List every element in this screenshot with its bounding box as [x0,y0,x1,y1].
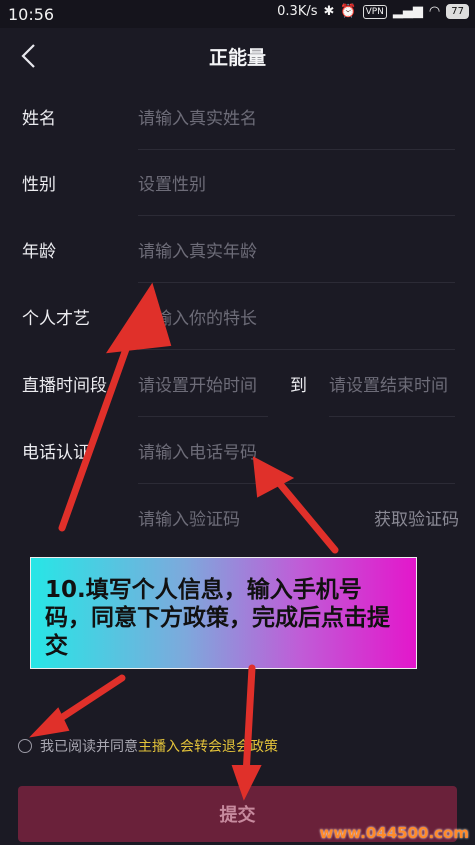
gender-select[interactable]: 设置性别 [138,170,206,195]
code-row: 请输入验证码 获取验证码 [0,485,475,551]
talent-label: 个人才艺 [22,309,90,329]
phone-label: 电话认证 [22,443,90,463]
network-speed: 0.3K/s [277,4,318,19]
divider [138,349,455,350]
phone-input[interactable]: 请输入电话号码 [138,438,257,463]
name-row: 姓名 请输入真实姓名 [0,84,475,150]
start-time-input[interactable]: 请设置开始时间 [138,371,257,396]
battery-icon: 77 [446,4,469,19]
arrow-head [29,707,70,738]
nav-bar: 正能量 [0,28,475,84]
divider [138,416,268,417]
instruction-banner: 10.填写个人信息，输入手机号码，同意下方政策，完成后点击提交 [30,557,417,669]
agree-text: 我已阅读并同意 [40,739,138,755]
status-icons: 0.3K/s ✱ ⏰ VPN ▂▄▆ ◠ 77 [277,4,469,19]
to-label: 到 [290,376,307,396]
agree-radio[interactable] [18,739,32,753]
vpn-icon: VPN [362,4,387,19]
talent-row: 个人才艺 请输入你的特长 [0,284,475,350]
alarm-icon: ⏰ [340,4,357,19]
age-input[interactable]: 请输入真实年龄 [138,237,257,262]
age-row: 年龄 请输入真实年龄 [0,217,475,283]
phone-row: 电话认证 请输入电话号码 [0,418,475,484]
get-code-button[interactable]: 获取验证码 [374,505,459,530]
arrow [51,674,126,726]
arrow [242,664,256,779]
divider [138,215,455,216]
live-time-row: 直播时间段 请设置开始时间 到 请设置结束时间 [0,351,475,417]
gender-label: 性别 [22,175,56,195]
bluetooth-icon: ✱ [323,4,335,19]
signal-icon: ▂▄▆ [392,4,423,19]
instruction-text: 10.填写个人信息，输入手机号码，同意下方政策，完成后点击提交 [45,577,390,659]
age-label: 年龄 [22,242,56,262]
divider [138,483,455,484]
policy-link[interactable]: 主播入会转会退会政策 [138,736,278,756]
name-input[interactable]: 请输入真实姓名 [138,104,257,129]
live-time-label: 直播时间段 [22,376,107,396]
agreement: 我已阅读并同意 主播入会转会退会政策 [18,736,278,756]
wifi-icon: ◠ [428,4,441,19]
talent-input[interactable]: 请输入你的特长 [138,304,257,329]
name-label: 姓名 [22,109,56,129]
end-time-input[interactable]: 请设置结束时间 [329,371,448,396]
watermark: www.044500.com [319,824,469,842]
submit-label: 提交 [219,805,256,826]
divider [329,416,455,417]
code-input[interactable]: 请输入验证码 [138,505,240,530]
status-bar: 10:56 0.3K/s ✱ ⏰ VPN ▂▄▆ ◠ 77 [0,0,475,28]
clock: 10:56 [8,5,55,24]
divider [138,282,455,283]
page-title: 正能量 [208,47,266,69]
gender-row: 性别 设置性别 [0,150,475,216]
